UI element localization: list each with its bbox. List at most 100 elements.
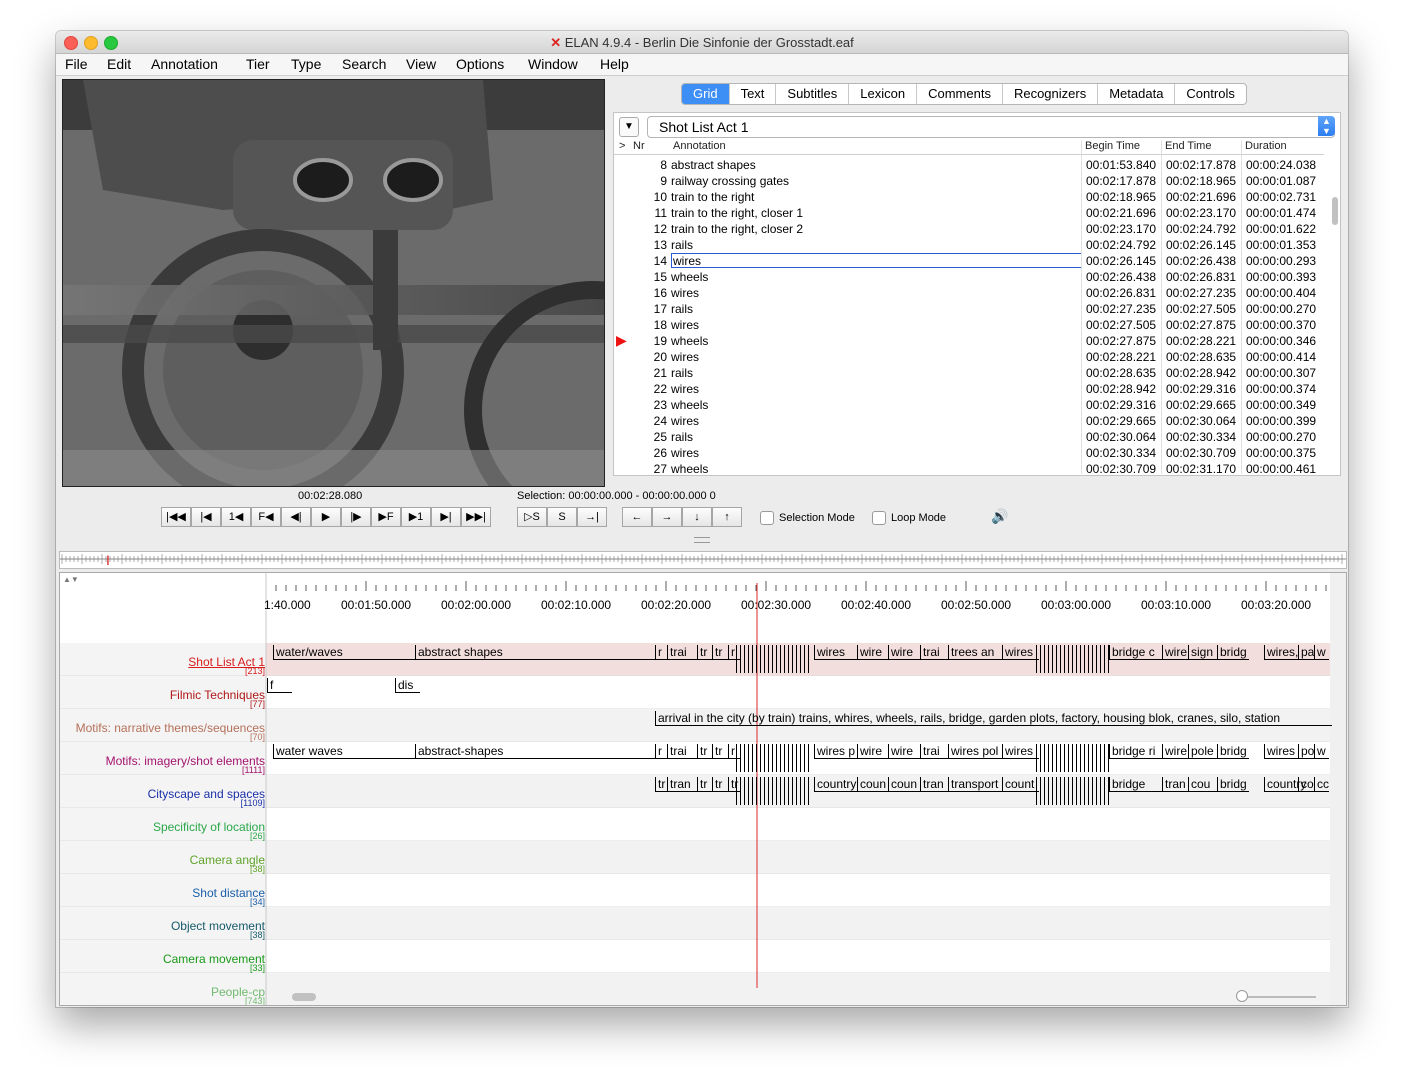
annotation-block[interactable]: trai (920, 744, 949, 759)
nav-button-2[interactable]: ↓ (682, 507, 712, 527)
tab-subtitles[interactable]: Subtitles (776, 84, 850, 104)
selection-button-1[interactable]: S (547, 507, 577, 527)
header-nr[interactable]: Nr (633, 140, 645, 154)
annotation-block[interactable]: bridge (1109, 777, 1164, 792)
annotation-block[interactable]: arrival in the city (by train) trains, w… (655, 711, 1332, 726)
tier-menu-button[interactable]: ▼ (619, 117, 639, 137)
menu-edit[interactable]: Edit (107, 56, 131, 72)
table-row[interactable]: 10 train to the right 00:02:18.965 00:02:21… (614, 189, 1334, 205)
annotation-block[interactable]: wires (1002, 645, 1039, 660)
tab-text[interactable]: Text (730, 84, 777, 104)
selection-mode-checkbox[interactable] (760, 511, 774, 525)
zoom-slider-thumb[interactable] (1236, 990, 1248, 1002)
annotation-block[interactable]: co (1298, 777, 1315, 792)
table-row[interactable]: 11 train to the right, closer 1 00:02:21.6… (614, 205, 1334, 221)
annotation-block[interactable]: sign (1188, 645, 1218, 660)
annotation-block[interactable]: wire (857, 645, 889, 660)
table-row[interactable]: 9 railway crossing gates 00:02:17.878 00:02… (614, 173, 1334, 189)
selection-button-2[interactable]: →| (577, 507, 607, 527)
table-row[interactable]: 13 rails 00:02:24.792 00:02:26.145 00:00:01.… (614, 237, 1334, 253)
timeline-hscroll-thumb[interactable] (292, 993, 316, 1001)
annotation-block[interactable]: w (1314, 744, 1329, 759)
annotation-block[interactable]: f (267, 678, 292, 693)
annotation-block[interactable]: coun (857, 777, 889, 792)
table-row[interactable]: 24 wires 00:02:29.665 00:02:30.064 00:00:00.… (614, 413, 1334, 429)
annotation-block[interactable]: wires p (814, 744, 857, 759)
tier-dropdown[interactable]: Shot List Act 1 ▲ ▼ (647, 116, 1335, 138)
annotation-block[interactable]: cou (1188, 777, 1218, 792)
tier-label[interactable]: Motifs: narrative themes/sequences (76, 721, 265, 735)
table-row[interactable]: 12 train to the right, closer 2 00:02:23.1… (614, 221, 1334, 237)
annotation-block[interactable]: trees an (948, 645, 1003, 660)
grid-scrollbar[interactable] (1332, 197, 1338, 225)
menu-search[interactable]: Search (342, 56, 386, 72)
loop-mode-checkbox[interactable] (872, 511, 886, 525)
playback-button-9[interactable]: ▶| (431, 507, 461, 527)
playback-button-0[interactable]: |◀◀ (161, 507, 191, 527)
table-row[interactable]: 26 wires 00:02:30.334 00:02:30.709 00:00:00.… (614, 445, 1334, 461)
annotation-block[interactable]: coun (888, 777, 920, 792)
collapse-arrows-icon[interactable]: ▲▼ (63, 575, 79, 584)
annotation-block[interactable]: trai (667, 645, 698, 660)
annotation-block[interactable]: cc (1314, 777, 1329, 792)
menu-type[interactable]: Type (291, 56, 321, 72)
tab-recognizers[interactable]: Recognizers (1003, 84, 1099, 104)
annotation-block[interactable]: wire (888, 645, 920, 660)
playback-button-2[interactable]: 1◀ (221, 507, 251, 527)
annotation-block[interactable]: tr (697, 645, 713, 660)
table-row[interactable]: 14 wires 00:02:26.145 00:02:26.438 00:00:00.… (614, 253, 1334, 269)
menu-window[interactable]: Window (528, 56, 578, 72)
menu-tier[interactable]: Tier (246, 56, 270, 72)
annotation-block[interactable]: trai (920, 645, 949, 660)
playback-button-7[interactable]: ▶F (371, 507, 401, 527)
playback-button-4[interactable]: ◀| (281, 507, 311, 527)
annotation-block[interactable]: tran (920, 777, 949, 792)
nav-button-3[interactable]: ↑ (712, 507, 742, 527)
table-row[interactable]: 23 wheels 00:02:29.316 00:02:29.665 00:00:00… (614, 397, 1334, 413)
table-row[interactable]: 25 rails 00:02:30.064 00:02:30.334 00:00:00.… (614, 429, 1334, 445)
menu-view[interactable]: View (406, 56, 436, 72)
annotation-block[interactable]: wire (857, 744, 889, 759)
annotation-block[interactable]: wires (1002, 744, 1039, 759)
table-row[interactable]: 20 wires 00:02:28.221 00:02:28.635 00:00:00.… (614, 349, 1334, 365)
annotation-block[interactable]: bridge c (1109, 645, 1162, 660)
menu-annotation[interactable]: Annotation (151, 56, 218, 72)
header-begin-time[interactable]: Begin Time (1085, 140, 1140, 154)
annotation-block[interactable]: bridg (1217, 744, 1249, 759)
annotation-block[interactable]: count (1002, 777, 1039, 792)
annotation-block[interactable]: tr (712, 777, 728, 792)
playback-button-1[interactable]: |◀ (191, 507, 221, 527)
nav-button-1[interactable]: → (652, 507, 682, 527)
playback-button-5[interactable]: ▶ (311, 507, 341, 527)
playback-button-8[interactable]: ▶1 (401, 507, 431, 527)
playback-button-3[interactable]: F◀ (251, 507, 281, 527)
annotation-block[interactable]: abstract-shapes (415, 744, 656, 759)
annotation-block[interactable]: bridge ri (1109, 744, 1162, 759)
annotation-block[interactable]: bridg (1217, 777, 1249, 792)
annotation-block[interactable]: w (1314, 645, 1329, 660)
annotation-block[interactable]: tran (667, 777, 698, 792)
split-pane-grip[interactable] (694, 537, 710, 543)
annotation-block[interactable]: water waves (273, 744, 416, 759)
annotation-block[interactable]: wire (888, 744, 920, 759)
table-row[interactable]: ▶ 19 wheels 00:02:27.875 00:02:28.221 00:00:0… (614, 332, 1334, 349)
nav-button-0[interactable]: ← (622, 507, 652, 527)
annotation-block[interactable]: bridg (1217, 645, 1249, 660)
menu-help[interactable]: Help (600, 56, 629, 72)
annotation-block[interactable]: pol (1298, 744, 1315, 759)
annotation-block[interactable]: wires p (1264, 744, 1299, 759)
annotation-block[interactable]: tr (697, 777, 713, 792)
zoom-slider[interactable] (1236, 996, 1316, 998)
annotation-block[interactable]: tr (712, 645, 728, 660)
annotation-block[interactable]: wire (1162, 645, 1189, 660)
table-row[interactable]: 16 wires 00:02:26.831 00:02:27.235 00:00:00.… (614, 285, 1334, 301)
table-row[interactable]: 21 rails 00:02:28.635 00:02:28.942 00:00:00.… (614, 365, 1334, 381)
annotation-block[interactable]: tran (1162, 777, 1189, 792)
annotation-block[interactable]: country (814, 777, 859, 792)
table-row[interactable]: 17 rails 00:02:27.235 00:02:27.505 00:00:00.… (614, 301, 1334, 317)
annotation-block[interactable]: tr (712, 744, 728, 759)
annotation-block[interactable]: tr (697, 744, 713, 759)
tab-metadata[interactable]: Metadata (1098, 84, 1176, 104)
tier-label[interactable]: Specificity of location (153, 820, 265, 834)
table-row[interactable]: 15 wheels 00:02:26.438 00:02:26.831 00:00:00… (614, 269, 1334, 285)
